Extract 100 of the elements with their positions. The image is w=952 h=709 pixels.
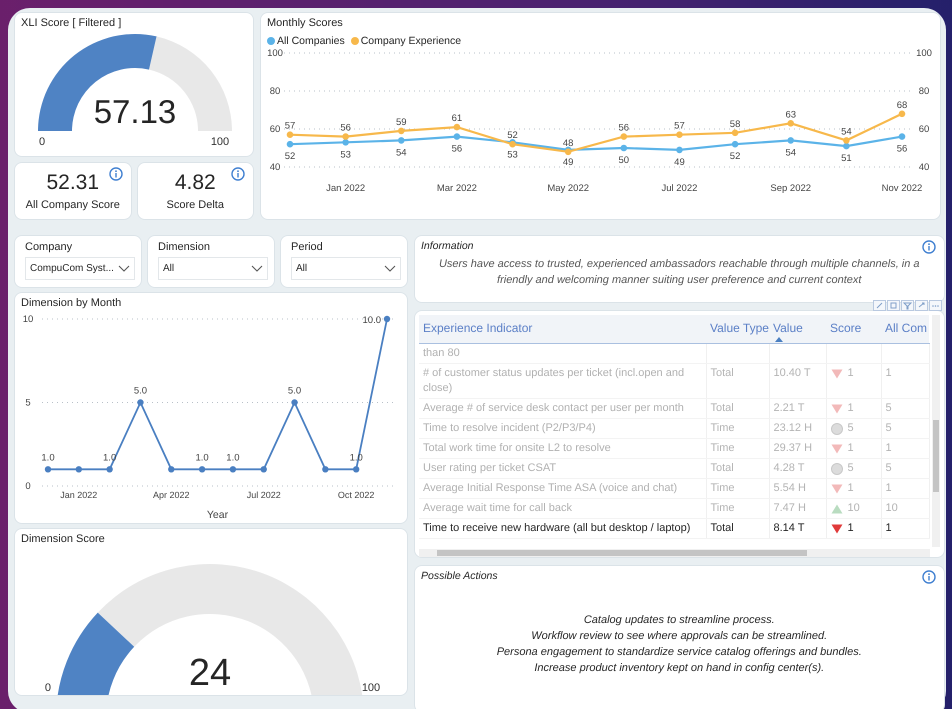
column-header[interactable]: Experience Indicator bbox=[419, 315, 706, 344]
data-point bbox=[398, 137, 405, 144]
table-cell: # of customer status updates per ticket (incl.open and close) bbox=[419, 364, 706, 398]
data-label: 49 bbox=[674, 156, 685, 168]
score-value: 1 bbox=[848, 521, 854, 536]
data-point bbox=[787, 137, 794, 144]
data-point bbox=[454, 124, 460, 130]
down-triangle-icon bbox=[830, 524, 842, 534]
y-axis-label: 40 bbox=[270, 162, 280, 173]
table-cell: Total work time for onsite L2 to resolve bbox=[419, 438, 706, 458]
data-point bbox=[787, 120, 794, 127]
circle-icon bbox=[830, 462, 842, 474]
legend-label: All Companies bbox=[277, 35, 345, 47]
y-axis-label: 100 bbox=[267, 48, 283, 59]
data-point bbox=[198, 466, 206, 472]
kpi-label: Score Delta bbox=[166, 199, 224, 211]
data-label: 5.0 bbox=[288, 386, 302, 396]
info-icon[interactable] bbox=[922, 570, 936, 584]
data-point bbox=[732, 140, 738, 148]
data-label: 1.0 bbox=[226, 452, 240, 464]
y-axis-label: 10 bbox=[22, 314, 34, 325]
data-label: 1.0 bbox=[195, 452, 209, 464]
chevron-down-icon bbox=[251, 265, 263, 272]
x-axis-label: Jul 2022 bbox=[662, 183, 698, 194]
data-point bbox=[260, 466, 267, 472]
data-point bbox=[898, 110, 906, 118]
table-cell: Time bbox=[706, 478, 769, 498]
table-cell: Total bbox=[706, 398, 769, 418]
table-cell: 1 bbox=[881, 478, 929, 498]
y-axis-label: 80 bbox=[270, 86, 280, 97]
horizontal-scrollbar[interactable] bbox=[419, 549, 930, 557]
legend-label: Company Experience bbox=[360, 35, 462, 47]
table-cell: 1 bbox=[881, 438, 929, 458]
score-value: 1 bbox=[848, 366, 854, 381]
expand-icon[interactable] bbox=[914, 300, 928, 311]
card-title: Possible Actions bbox=[421, 570, 498, 582]
table-cell: Average # of service desk contact per user per month bbox=[419, 398, 706, 418]
data-point bbox=[44, 466, 52, 472]
x-axis-label: Mar 2022 bbox=[436, 183, 477, 194]
data-label: 56 bbox=[896, 144, 908, 155]
action-text: Persona engagement to standardize service catalog offerings and bundles. bbox=[496, 645, 863, 660]
column-header[interactable]: All Com bbox=[881, 315, 929, 344]
down-triangle-icon bbox=[830, 444, 842, 454]
dropdown[interactable]: All bbox=[291, 257, 401, 280]
card-title: Monthly Scores bbox=[266, 16, 344, 29]
data-point bbox=[137, 399, 144, 406]
table-cell: 2.21 T bbox=[769, 398, 826, 418]
score-value: 10 bbox=[848, 501, 860, 516]
table-cell: Average Initial Response Time ASA (voice and chat) bbox=[419, 478, 706, 498]
gauge-min-label: 0 bbox=[38, 136, 46, 148]
card-title: Dimension by Month bbox=[20, 296, 122, 309]
table-cell: 10.40 T bbox=[769, 364, 826, 398]
data-point bbox=[291, 399, 298, 406]
data-label: 54 bbox=[396, 147, 407, 158]
info-icon[interactable] bbox=[108, 167, 122, 181]
table-cell: Time bbox=[706, 418, 769, 438]
data-point bbox=[106, 466, 113, 472]
down-triangle-icon bbox=[830, 368, 842, 378]
y-axis-label: 100 bbox=[916, 48, 932, 59]
data-label: 52 bbox=[284, 151, 296, 162]
column-header[interactable]: Score bbox=[826, 315, 881, 344]
x-axis-title: Year bbox=[206, 509, 228, 521]
chevron-down-icon bbox=[384, 265, 396, 272]
more-icon[interactable] bbox=[928, 300, 942, 311]
card-title: Dimension Score bbox=[20, 532, 106, 545]
dropdown[interactable]: All bbox=[158, 257, 268, 280]
data-label: 53 bbox=[340, 149, 351, 160]
card-title: Information bbox=[421, 240, 474, 252]
data-label: 59 bbox=[396, 116, 407, 128]
data-label: 52 bbox=[730, 151, 740, 162]
data-label: 49 bbox=[562, 156, 574, 168]
column-header[interactable]: Value Type bbox=[706, 315, 769, 344]
filter-icon[interactable] bbox=[900, 300, 914, 311]
x-axis-label: Sep 2022 bbox=[770, 183, 812, 194]
data-point bbox=[384, 316, 390, 322]
kpi-value: 52.31 bbox=[46, 171, 100, 195]
score-value: 1 bbox=[848, 441, 854, 456]
filter-label: Company bbox=[25, 241, 74, 253]
copy-icon[interactable] bbox=[886, 300, 900, 311]
data-label: 54 bbox=[841, 126, 852, 138]
table-cell: 23.12 H bbox=[769, 418, 826, 438]
table-cell: 5 bbox=[881, 458, 929, 478]
vertical-scrollbar[interactable] bbox=[932, 315, 940, 547]
data-label: 57 bbox=[674, 120, 685, 132]
data-point bbox=[620, 144, 628, 152]
data-label: 68 bbox=[896, 100, 908, 111]
info-icon[interactable] bbox=[922, 240, 936, 254]
data-label: 10.0 bbox=[362, 315, 381, 326]
table-cell: Total bbox=[706, 518, 769, 538]
dropdown[interactable]: CompuCom Syst... bbox=[25, 257, 135, 280]
table-cell: Total bbox=[706, 364, 769, 398]
data-point bbox=[352, 466, 360, 472]
table-cell: 4.28 T bbox=[769, 458, 826, 478]
table-cell: 1 bbox=[881, 364, 929, 398]
up-triangle-icon bbox=[830, 504, 842, 514]
gauge-value: 57.13 bbox=[94, 93, 176, 130]
info-icon[interactable] bbox=[231, 167, 245, 181]
data-point bbox=[398, 128, 405, 134]
table-cell: Time to receive new hardware (all but desktop / laptop) bbox=[419, 518, 706, 538]
column-header[interactable]: Value bbox=[769, 315, 826, 344]
